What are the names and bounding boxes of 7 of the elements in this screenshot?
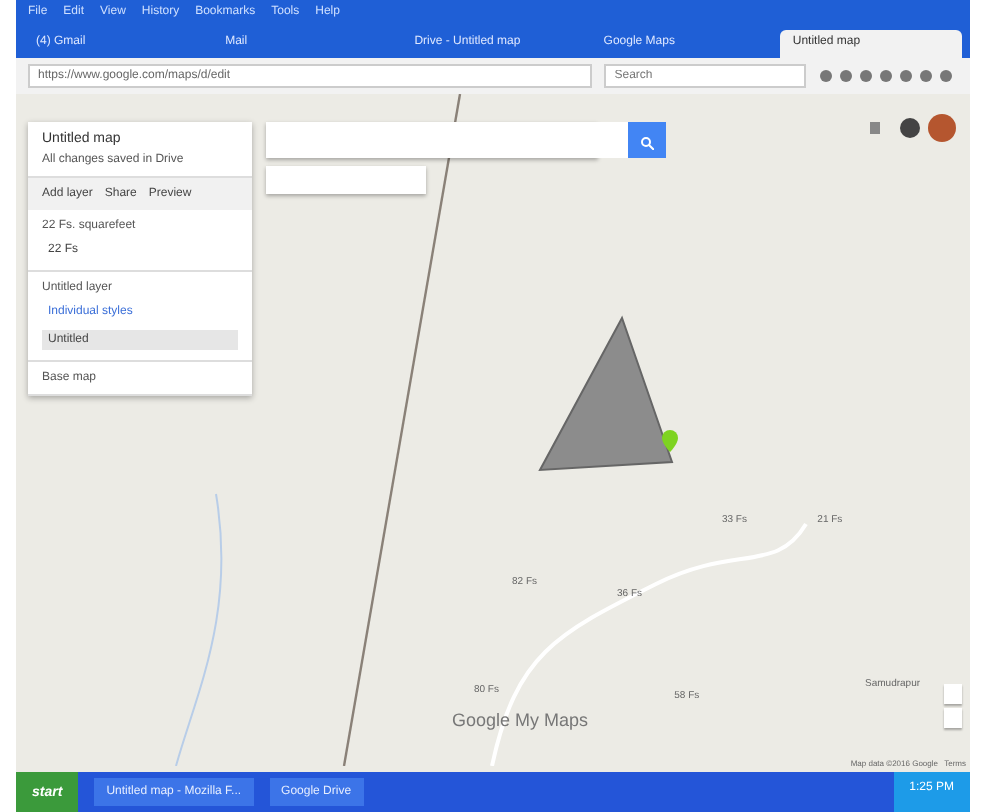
account-icons[interactable] — [870, 114, 958, 142]
map-logo: Google My Maps — [452, 710, 589, 730]
search-icon — [640, 135, 654, 149]
map-search-field[interactable] — [266, 122, 628, 158]
toolbar-icons[interactable] — [818, 68, 958, 84]
map-pin-icon — [662, 430, 678, 452]
search-button[interactable] — [628, 122, 666, 158]
